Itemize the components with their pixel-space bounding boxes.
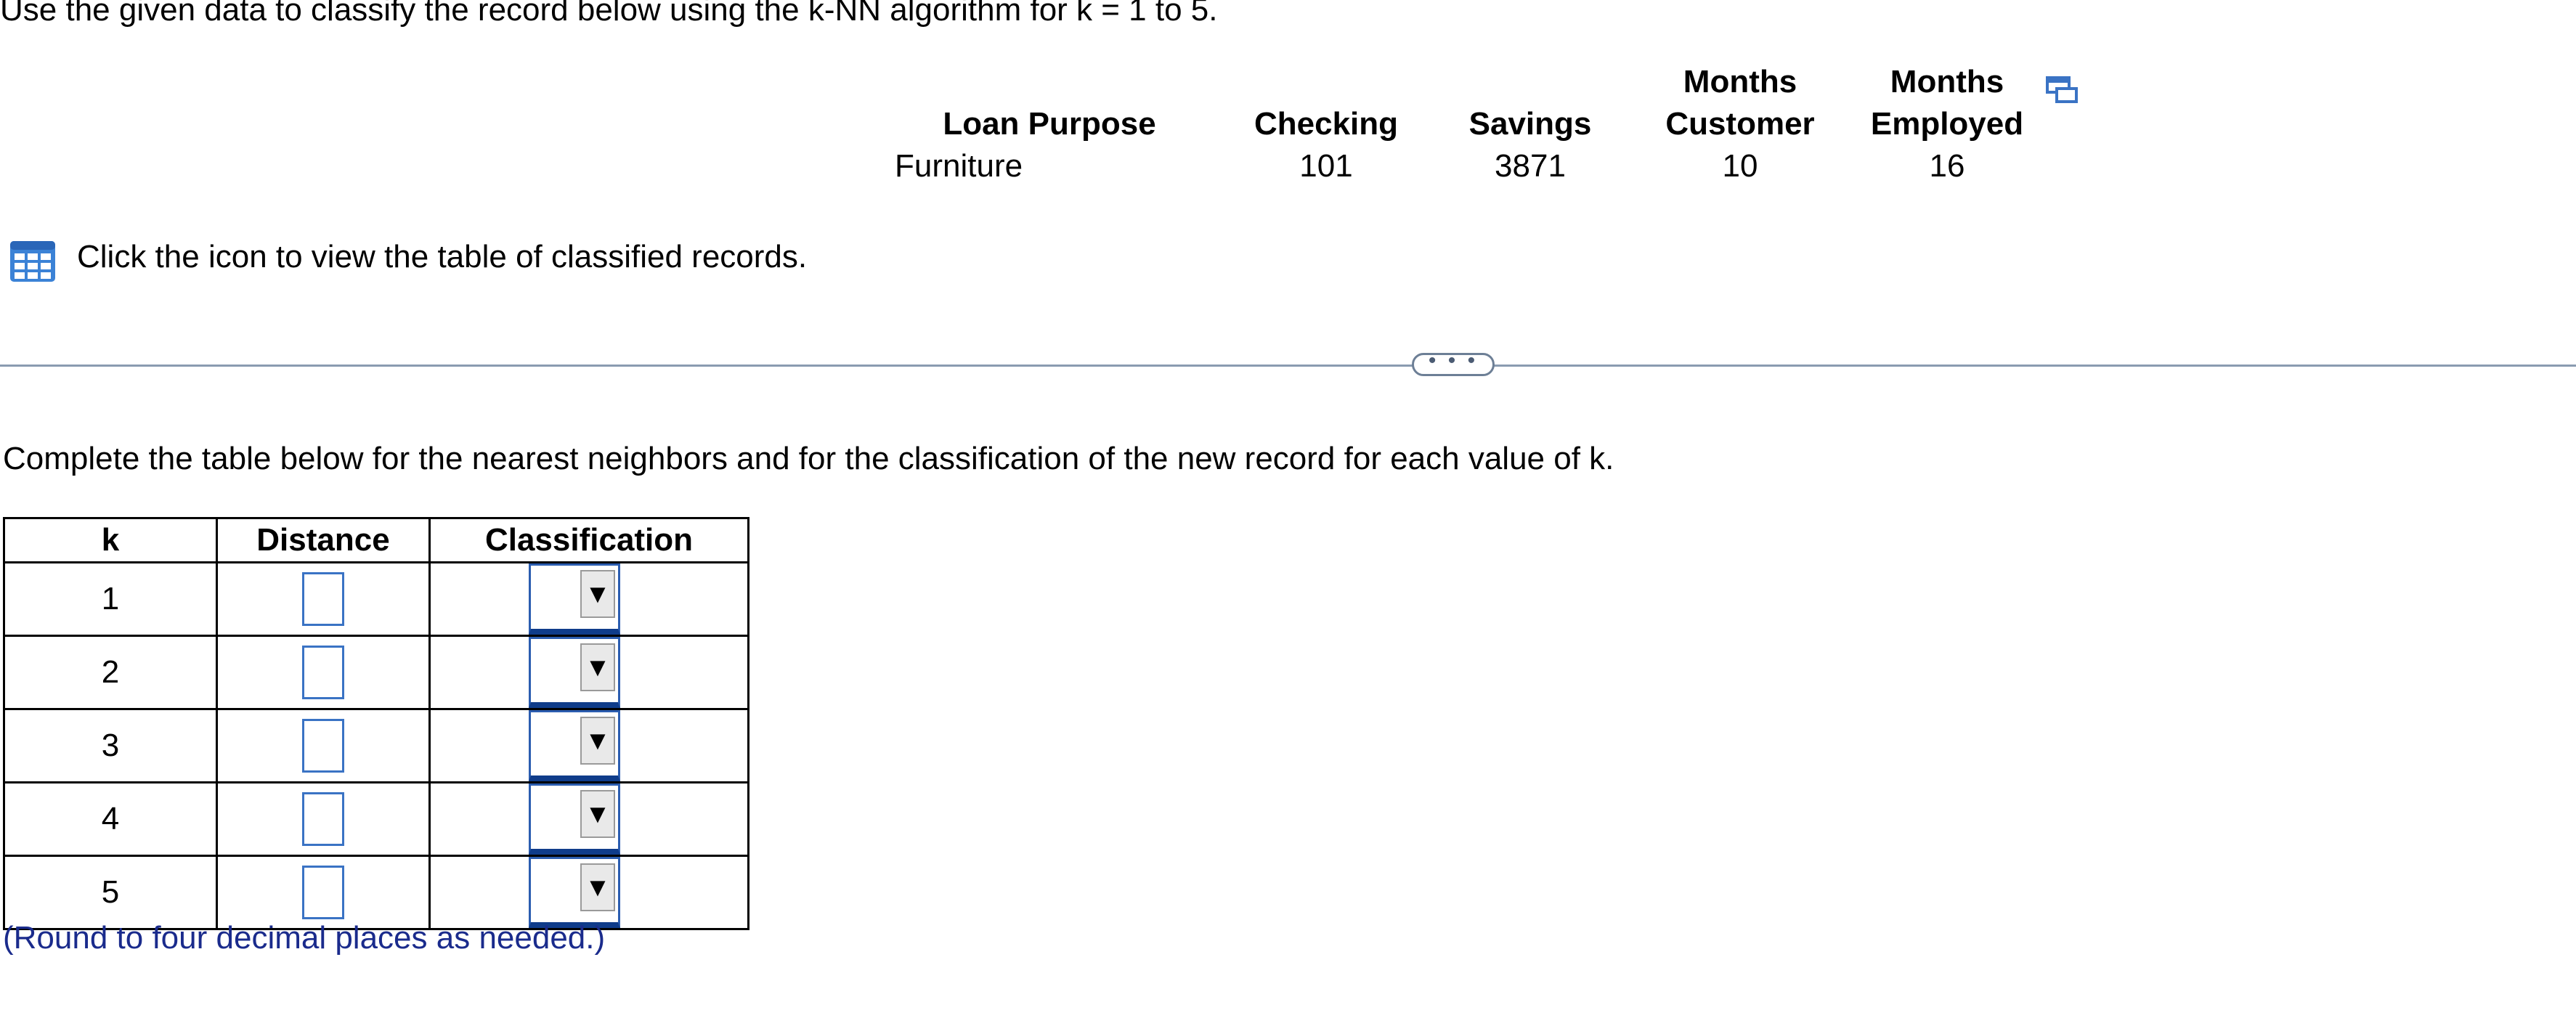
record-cell-months-employed: 16 — [1929, 148, 1965, 184]
distance-input[interactable] — [302, 792, 344, 846]
record-cell-loan-purpose: Furniture — [895, 148, 1023, 184]
record-row: Furniture 101 3871 10 16 — [871, 145, 2049, 187]
copy-icon[interactable] — [2045, 76, 2079, 105]
answer-row: 4 ▼ — [3, 781, 749, 857]
answer-header-k: k — [3, 517, 218, 563]
classified-records-link-text: Click the icon to view the table of clas… — [77, 239, 808, 274]
answer-cell-distance — [216, 635, 431, 710]
section-divider — [0, 365, 2576, 367]
classification-dropdown[interactable]: ▼ — [529, 783, 620, 855]
answer-cell-k: 4 — [3, 781, 218, 857]
distance-input[interactable] — [302, 572, 344, 626]
answer-cell-distance — [216, 561, 431, 637]
record-header-checking: Checking — [1254, 106, 1399, 142]
dropdown-arrow-icon[interactable]: ▼ — [580, 863, 615, 911]
expand-more-button[interactable]: • • • — [1412, 350, 1495, 376]
answer-table: k Distance Classification 1 ▼ 2 ▼ 3 ▼ 4 … — [3, 517, 749, 930]
classification-dropdown[interactable]: ▼ — [529, 710, 620, 781]
answer-header-classification: Classification — [428, 517, 749, 563]
answer-cell-k: 3 — [3, 708, 218, 783]
distance-input[interactable] — [302, 866, 344, 919]
answer-row: 2 ▼ — [3, 635, 749, 710]
instruction-text: Complete the table below for the nearest… — [3, 441, 1614, 476]
record-cell-months-customer: 10 — [1722, 148, 1758, 184]
record-header-months-customer: Months Customer — [1665, 64, 1815, 142]
rounding-note: (Round to four decimal places as needed.… — [3, 920, 606, 956]
record-header-loan-purpose: Loan Purpose — [943, 106, 1156, 142]
record-header-savings: Savings — [1468, 106, 1592, 142]
answer-cell-k: 1 — [3, 561, 218, 637]
record-table: Loan Purpose Checking Savings Months Cus… — [871, 61, 2049, 187]
answer-cell-classification: ▼ — [428, 561, 749, 637]
distance-input[interactable] — [302, 719, 344, 773]
record-cell-checking: 101 — [1299, 148, 1353, 184]
answer-cell-distance — [216, 708, 431, 783]
dropdown-arrow-icon[interactable]: ▼ — [580, 643, 615, 691]
answer-cell-distance — [216, 781, 431, 857]
answer-cell-classification: ▼ — [428, 635, 749, 710]
record-cell-savings: 3871 — [1495, 148, 1566, 184]
distance-input[interactable] — [302, 646, 344, 699]
record-header-months-employed: Months Employed — [1870, 64, 2024, 142]
answer-header-distance: Distance — [216, 517, 431, 563]
question-intro: Use the given data to classify the recor… — [0, 0, 1218, 28]
dropdown-arrow-icon[interactable]: ▼ — [580, 570, 615, 618]
answer-cell-classification: ▼ — [428, 781, 749, 857]
table-grid-icon[interactable] — [9, 240, 57, 283]
answer-row: 1 ▼ — [3, 561, 749, 637]
dropdown-arrow-icon[interactable]: ▼ — [580, 790, 615, 838]
answer-row: 3 ▼ — [3, 708, 749, 783]
classification-dropdown[interactable]: ▼ — [529, 563, 620, 635]
classification-dropdown[interactable]: ▼ — [529, 637, 620, 708]
dropdown-arrow-icon[interactable]: ▼ — [580, 717, 615, 765]
answer-cell-classification: ▼ — [428, 708, 749, 783]
answer-cell-k: 2 — [3, 635, 218, 710]
